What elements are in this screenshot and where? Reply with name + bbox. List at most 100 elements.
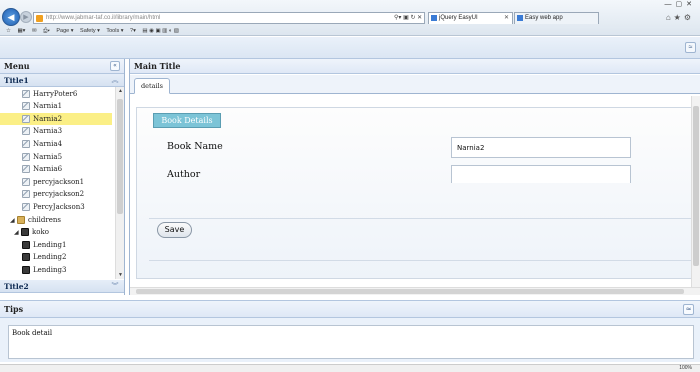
scroll-down-icon[interactable]: ▼ (116, 271, 124, 279)
collapse-menu-icon[interactable]: « (110, 61, 120, 71)
browser-tab-inactive[interactable]: Easy web app (514, 12, 599, 24)
scroll-up-icon[interactable]: ▲ (116, 87, 124, 95)
browser-chrome: ◀ ▶ http://www.jabmar-taf.co.il/library/… (0, 0, 700, 36)
book-details-fieldset: Book Details Book Name Narnia2 Author (136, 107, 699, 279)
user-icon (22, 253, 30, 262)
save-button[interactable]: Save (157, 222, 192, 238)
tree-item[interactable]: Narnia5 (0, 151, 112, 164)
tips-textarea[interactable]: Book detail (8, 325, 694, 359)
addon-icons[interactable]: ▤ ◉ ▣ ▥ ◐ ▧ (142, 28, 179, 34)
chevron-down-icon[interactable]: ︾ (110, 281, 120, 291)
feeds-icon[interactable]: ▦▾ (17, 28, 25, 34)
author-input[interactable] (451, 165, 631, 183)
tree-item[interactable]: Lending3 (0, 264, 112, 277)
tab-details[interactable]: details (134, 78, 170, 94)
tree-scrollbar[interactable]: ▲ ▼ (115, 87, 124, 279)
tree-item-label: HarryPoter6 (33, 89, 78, 98)
tree-item[interactable]: ◢ childrens (0, 214, 112, 227)
stop-icon[interactable]: ✕ (417, 15, 422, 21)
mail-icon[interactable]: ✉ (32, 28, 37, 34)
tree-item[interactable]: HarryPoter6 (0, 88, 112, 101)
user-icon (22, 240, 30, 249)
accordion-title: Title2 (4, 282, 29, 291)
menu-title: Menu (4, 61, 30, 71)
book-name-input[interactable]: Narnia2 (451, 137, 631, 158)
tree-item[interactable]: Narnia4 (0, 138, 112, 151)
user-icon (22, 265, 30, 274)
browser-tab-active[interactable]: jQuery EasyUI ✕ (428, 12, 513, 24)
maximize-icon[interactable]: ▢ (676, 1, 687, 8)
tree-item-label: Narnia1 (33, 102, 63, 111)
address-url: http://www.jabmar-taf.co.il/library/main… (46, 15, 161, 21)
tree-item[interactable]: Lending1 (0, 239, 112, 252)
tree-item-label: Narnia5 (33, 152, 63, 161)
leaf-icon (22, 152, 30, 161)
cmd-page[interactable]: Page ▾ (56, 28, 73, 34)
main-vertical-scrollbar[interactable] (691, 96, 700, 287)
tree-item-label: Narnia6 (33, 165, 63, 174)
main-horizontal-scrollbar[interactable] (130, 287, 700, 295)
folder-icon (17, 215, 25, 224)
leaf-icon (22, 114, 30, 123)
tab-content: Book Details Book Name Narnia2 Author Sa… (130, 95, 700, 295)
chevron-up-icon[interactable]: ︽ (110, 75, 120, 85)
home-icon[interactable]: ⌂ (666, 13, 674, 22)
leaf-icon (22, 102, 30, 111)
lock-icon[interactable]: ▣ (403, 15, 409, 21)
browser-toolbar-icons: ⌂★⚙ (666, 13, 694, 22)
tree-item-label: percyjackson1 (33, 177, 85, 186)
author-label: Author (167, 169, 201, 180)
tree-item[interactable]: Narnia2 (0, 112, 112, 126)
leaf-icon (22, 139, 30, 148)
tree-item-label: Lending1 (33, 240, 67, 249)
fieldset-legend: Book Details (153, 113, 221, 128)
tree-item[interactable]: percyjackson2 (0, 188, 112, 201)
minimize-icon[interactable]: — (665, 1, 676, 8)
leaf-icon (22, 165, 30, 174)
tree-item[interactable]: PercyJackson3 (0, 201, 112, 214)
accordion-title: Title1 (4, 76, 29, 85)
back-icon[interactable]: ◀ (2, 8, 20, 26)
main-panel: Main Title details Book Details Book Nam… (129, 59, 700, 295)
leaf-icon (22, 177, 30, 186)
tree-item-label: Lending3 (33, 265, 67, 274)
forward-icon[interactable]: ▶ (20, 11, 32, 23)
tree-item[interactable]: ◢ koko (0, 226, 112, 239)
search-icon[interactable]: ⚲ (394, 15, 398, 21)
browser-tab-label: jQuery EasyUI (439, 15, 478, 21)
browser-tab-label: Easy web app (525, 15, 563, 21)
collapse-tips-icon[interactable]: ≈ (683, 304, 694, 315)
tree-item-label: Narnia2 (33, 114, 63, 123)
refresh-icon[interactable]: ↻ (410, 15, 415, 21)
tabs-bar: details (130, 75, 700, 94)
favorites-bar-icon[interactable]: ☆ (6, 28, 11, 34)
tree-item[interactable]: percyjackson1 (0, 176, 112, 189)
tree-item[interactable]: Narnia3 (0, 125, 112, 138)
main-vscroll-thumb[interactable] (693, 106, 699, 266)
tree-item[interactable]: Lending2 (0, 251, 112, 264)
collapse-north-icon[interactable]: ≈ (685, 42, 696, 53)
address-bar[interactable]: http://www.jabmar-taf.co.il/library/main… (33, 12, 425, 24)
zoom-level[interactable]: 100% (679, 365, 692, 371)
form-divider (149, 260, 699, 261)
tree-item-label: koko (32, 228, 49, 237)
tips-title: Tips (4, 304, 24, 314)
leaf-icon (22, 202, 30, 211)
cmd-safety[interactable]: Safety ▾ (80, 28, 100, 34)
tree-item[interactable]: Narnia6 (0, 163, 112, 176)
tree-item[interactable]: Narnia1 (0, 100, 112, 113)
print-icon[interactable]: ⎙▾ (43, 28, 50, 34)
main-hscroll-thumb[interactable] (136, 289, 684, 294)
help-icon[interactable]: ?▾ (130, 28, 136, 34)
close-tab-icon[interactable]: ✕ (504, 13, 509, 24)
cmd-tools[interactable]: Tools ▾ (106, 28, 123, 34)
favorites-icon[interactable]: ★ (674, 13, 684, 22)
accordion-header-title1[interactable]: Title1 ︽ (0, 74, 124, 87)
tree-scroll-thumb[interactable] (117, 99, 123, 214)
tab-favicon-icon (517, 15, 523, 21)
menu-tree: HarryPoter6 Narnia1 Narnia2 Narnia3 Narnia4 N… (0, 87, 124, 279)
accordion-header-title2[interactable]: Title2 ︾ (0, 280, 124, 293)
close-window-icon[interactable]: ✕ (686, 1, 696, 8)
tree-item-label: percyjackson2 (33, 190, 85, 199)
gear-icon[interactable]: ⚙ (684, 13, 694, 22)
